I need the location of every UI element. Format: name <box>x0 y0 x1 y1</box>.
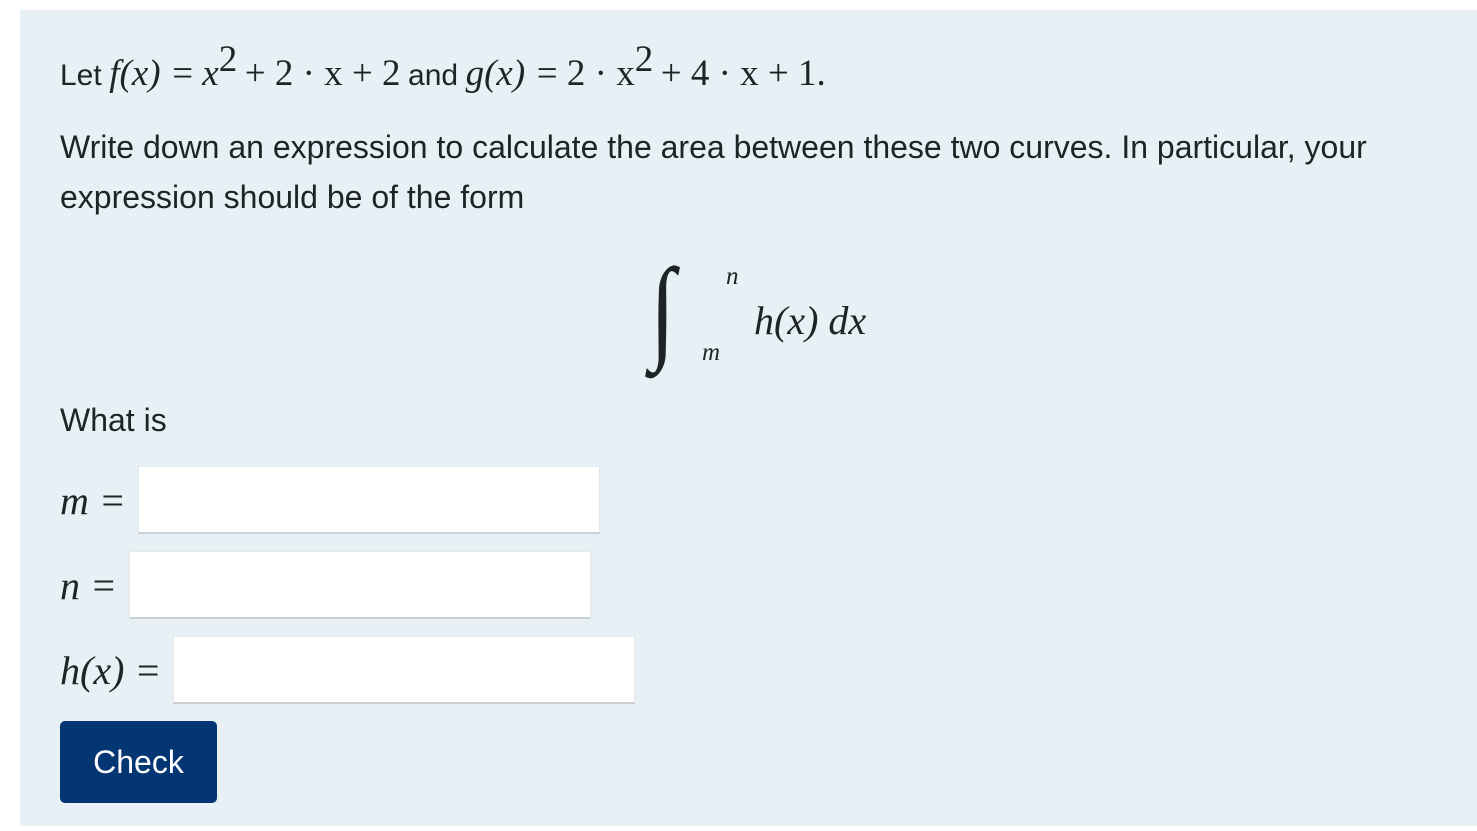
m-label: m = <box>60 477 126 523</box>
f-definition-lhs: f(x) = <box>109 53 195 94</box>
g-definition-rest: + 4 · x + 1. <box>660 53 826 94</box>
integral-expression: ∫ n m h(x) dx <box>650 251 910 385</box>
g-definition-lhs: g(x) = <box>465 53 560 94</box>
check-button[interactable]: Check <box>60 721 217 803</box>
answer-row-n: n = <box>60 550 591 620</box>
integral-upper-limit: n <box>726 263 739 290</box>
h-label: h(x) = <box>60 647 162 693</box>
function-definitions: Let f(x) = x2 + 2 · x + 2 and g(x) = 2 ·… <box>60 41 826 98</box>
n-label: n = <box>60 562 117 608</box>
instruction-text: Write down an expression to calculate th… <box>60 129 1367 215</box>
answer-row-h: h(x) = <box>60 635 636 705</box>
integral-sign: ∫ <box>650 244 676 373</box>
f-definition-rest: + 2 · x + 2 <box>244 53 401 94</box>
f-term-x: x <box>202 53 219 94</box>
n-input[interactable] <box>129 551 591 619</box>
question-panel: Let f(x) = x2 + 2 · x + 2 and g(x) = 2 ·… <box>20 10 1477 826</box>
h-input[interactable] <box>173 636 636 704</box>
answer-prompt: What is <box>60 402 167 438</box>
f-exponent: 2 <box>218 39 238 80</box>
g-exponent: 2 <box>634 39 654 80</box>
and-word: and <box>408 59 459 92</box>
integrand: h(x) dx <box>754 298 867 343</box>
integral-lower-limit: m <box>702 339 721 366</box>
m-input[interactable] <box>137 466 600 534</box>
answer-row-m: m = <box>60 465 600 535</box>
g-term-x: 2 · x <box>566 53 635 94</box>
let-word: Let <box>60 59 102 92</box>
